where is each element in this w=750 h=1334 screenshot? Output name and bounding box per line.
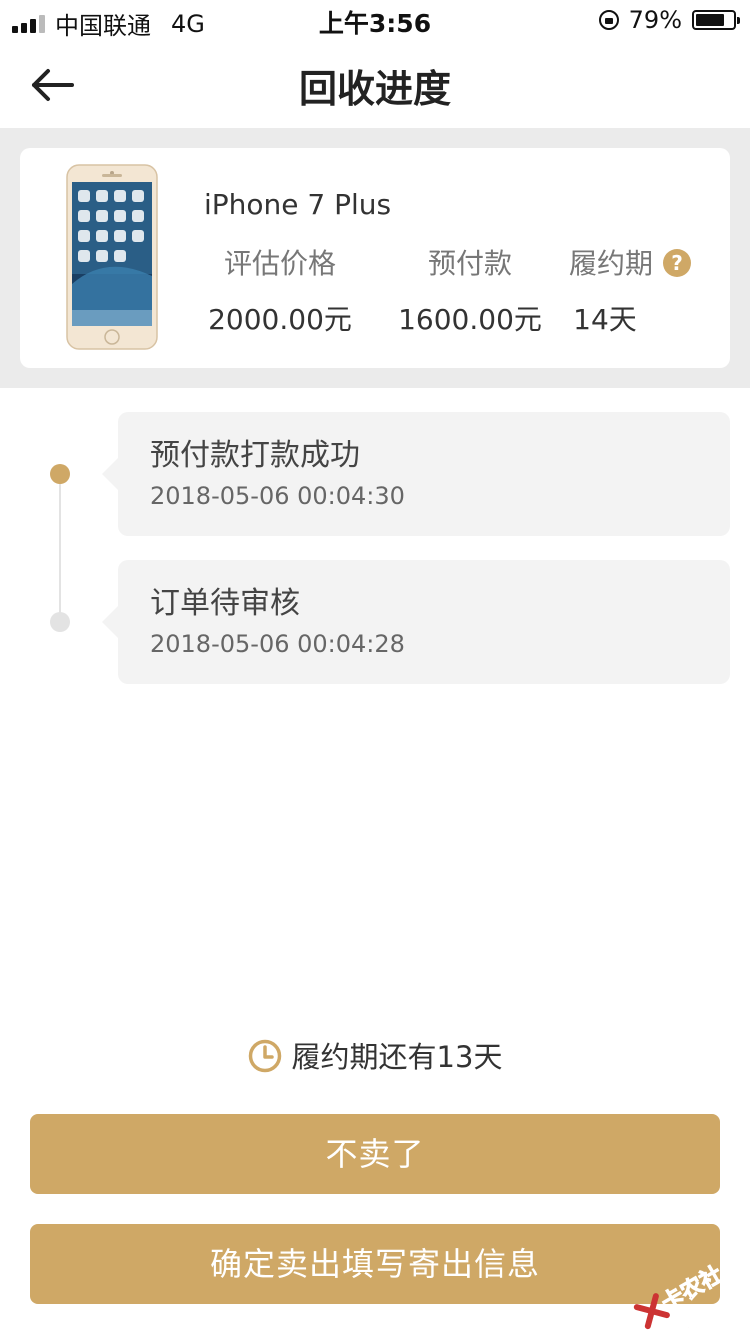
clock-icon — [248, 1039, 281, 1073]
timeline-line — [59, 474, 61, 622]
phone-image — [66, 164, 158, 350]
product-name: iPhone 7 Plus — [204, 188, 392, 221]
timeline-item-title: 订单待审核 — [150, 586, 300, 621]
prepayment-label: 预付款 — [427, 247, 512, 280]
timeline-item-time: 2018-05-06 00:04:28 — [150, 630, 405, 658]
timeline-item: 订单待审核 2018-05-06 00:04:28 — [102, 560, 730, 684]
battery-fill — [696, 14, 725, 26]
stat-values: 2000.00元 1600.00元 14天 — [195, 298, 715, 338]
term-countdown: 履约期还有13天 — [0, 1034, 750, 1076]
estimated-price-label: 评估价格 — [223, 247, 336, 280]
timeline-item-time: 2018-05-06 00:04:30 — [150, 482, 405, 510]
page-title: 回收进度 — [298, 67, 451, 111]
status-right: 79% — [598, 6, 740, 34]
progress-timeline: 预付款打款成功 2018-05-06 00:04:30 订单待审核 2018-0… — [0, 388, 750, 708]
timeline-dot-inactive — [50, 612, 70, 632]
product-section: iPhone 7 Plus 评估价格 预付款 履约期? 2000.00元 160… — [0, 128, 750, 388]
recycle-progress-page: 中国联通 4G 上午3:56 79% 回收进度 iPhone 7 Plus 评估… — [0, 0, 750, 1334]
term-value: 14天 — [573, 303, 637, 336]
cancel-sale-button[interactable]: 不卖了 — [30, 1114, 720, 1194]
battery-percent: 79% — [628, 6, 682, 34]
rotation-lock-icon — [598, 10, 619, 30]
term-label: 履约期 — [568, 247, 653, 280]
stat-labels: 评估价格 预付款 履约期? — [195, 242, 715, 282]
timeline-item: 预付款打款成功 2018-05-06 00:04:30 — [102, 412, 730, 536]
battery-icon — [692, 10, 740, 30]
product-card: iPhone 7 Plus 评估价格 预付款 履约期? 2000.00元 160… — [20, 148, 730, 368]
term-label-group: 履约期? — [545, 242, 715, 282]
estimated-price-value: 2000.00元 — [208, 303, 352, 336]
help-icon[interactable]: ? — [663, 249, 691, 277]
timeline-dot-active — [50, 464, 70, 484]
timeline-item-title: 预付款打款成功 — [150, 438, 360, 473]
confirm-sale-button[interactable]: 确定卖出填写寄出信息 — [30, 1224, 720, 1304]
prepayment-value: 1600.00元 — [398, 303, 542, 336]
countdown-text: 履约期还有13天 — [291, 1040, 503, 1074]
status-bar: 中国联通 4G 上午3:56 79% — [0, 0, 750, 40]
nav-bar: 回收进度 — [0, 40, 750, 128]
